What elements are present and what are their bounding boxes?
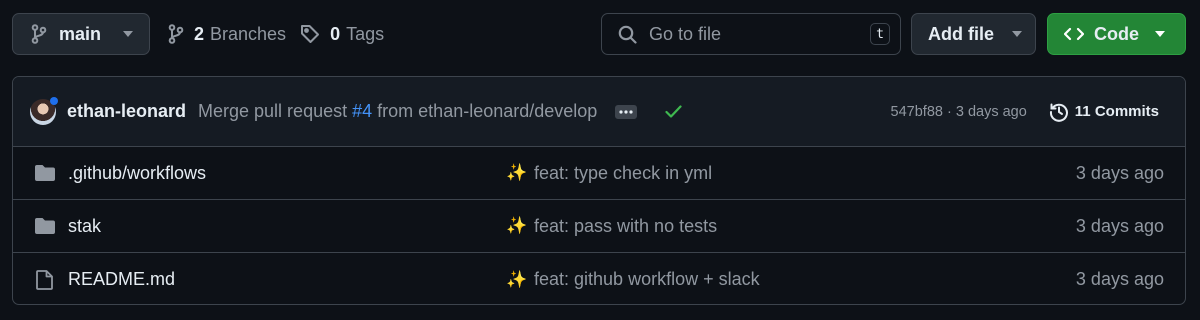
chevron-down-icon xyxy=(123,31,134,37)
commits-history-link[interactable]: 11 Commits xyxy=(1049,102,1159,122)
branches-count: 2 xyxy=(194,23,205,44)
file-age: 3 days ago xyxy=(1075,269,1164,289)
branch-name: main xyxy=(59,23,102,44)
file-commit-message[interactable]: feat: github workflow + slack xyxy=(534,269,1076,290)
repo-toolbar: main 2 Branches 0 Tags Go to file t Add … xyxy=(12,13,1186,55)
tags-label: Tags xyxy=(346,23,385,44)
branch-select-button[interactable]: main xyxy=(12,13,150,55)
branches-link[interactable]: 2 Branches xyxy=(168,24,286,45)
folder-icon xyxy=(34,217,56,235)
folder-icon xyxy=(34,164,56,182)
code-label: Code xyxy=(1094,23,1139,44)
go-to-file-search[interactable]: Go to file t xyxy=(601,13,901,55)
file-age: 3 days ago xyxy=(1075,162,1164,183)
commit-message[interactable]: Merge pull request #4 from ethan-leonard… xyxy=(198,101,597,122)
add-file-label: Add file xyxy=(928,23,994,44)
file-commit-message[interactable]: feat: pass with no tests xyxy=(534,216,1076,237)
git-branch-icon xyxy=(31,24,47,44)
expand-commit-message-button[interactable] xyxy=(615,104,638,119)
file-age: 3 days ago xyxy=(1075,215,1164,236)
search-placeholder: Go to file xyxy=(649,23,722,44)
file-row[interactable]: stak ✨ feat: pass with no tests 3 days a… xyxy=(13,200,1185,253)
file-name[interactable]: README.md xyxy=(68,269,506,290)
search-icon xyxy=(618,25,637,44)
chevron-down-icon xyxy=(1012,31,1022,37)
file-row[interactable]: README.md ✨ feat: github workflow + slac… xyxy=(13,253,1185,304)
code-button[interactable]: Code xyxy=(1047,13,1186,55)
file-commit-message[interactable]: feat: type check in yml xyxy=(534,163,1076,184)
commit-sha-age[interactable]: 547bf88 · 3 days ago xyxy=(891,104,1027,120)
check-icon[interactable] xyxy=(665,105,682,118)
branches-label: Branches xyxy=(210,23,287,44)
history-icon xyxy=(1049,102,1069,122)
ellipsis-icon xyxy=(619,109,633,114)
commit-message-prefix: Merge pull request xyxy=(198,101,348,121)
file-icon xyxy=(34,269,56,290)
pull-request-link[interactable]: #4 xyxy=(352,101,372,121)
add-file-button[interactable]: Add file xyxy=(911,13,1036,55)
commits-count-label: 11 Commits xyxy=(1074,103,1159,120)
sparkles-icon: ✨ xyxy=(506,269,528,289)
tag-icon xyxy=(300,24,320,44)
sparkles-icon: ✨ xyxy=(506,216,528,235)
file-name[interactable]: .github/workflows xyxy=(68,163,506,184)
keyboard-shortcut-hint: t xyxy=(870,23,890,45)
chevron-down-icon xyxy=(1155,31,1165,37)
commit-message-suffix: from ethan-leonard/develop xyxy=(377,101,598,121)
commit-author[interactable]: ethan-leonard xyxy=(67,101,186,122)
sparkles-icon: ✨ xyxy=(506,163,528,182)
code-icon xyxy=(1064,27,1084,41)
file-browser: ethan-leonard Merge pull request #4 from… xyxy=(12,76,1186,305)
file-name[interactable]: stak xyxy=(68,216,506,237)
git-branch-icon xyxy=(168,24,184,44)
latest-commit-bar: ethan-leonard Merge pull request #4 from… xyxy=(13,77,1185,147)
file-row[interactable]: .github/workflows ✨ feat: type check in … xyxy=(13,147,1185,200)
avatar[interactable] xyxy=(30,96,58,125)
tags-count: 0 xyxy=(330,23,341,44)
tags-link[interactable]: 0 Tags xyxy=(300,24,384,45)
